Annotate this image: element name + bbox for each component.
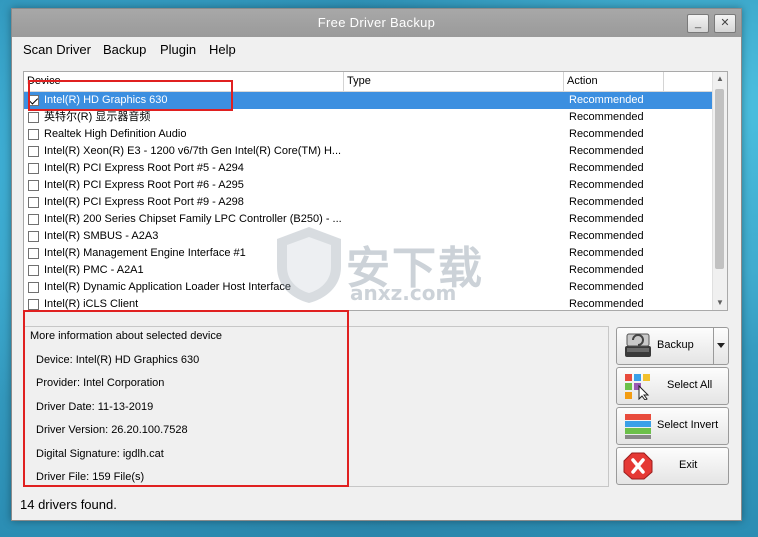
- minimize-button[interactable]: _: [687, 14, 709, 33]
- action-cell: Recommended: [569, 196, 644, 208]
- action-cell: Recommended: [569, 298, 644, 310]
- action-cell: Recommended: [569, 230, 644, 242]
- action-cell: Recommended: [569, 179, 644, 191]
- annotation-box-selected-row: [28, 80, 233, 111]
- vertical-scrollbar[interactable]: ▲ ▼: [712, 72, 727, 310]
- table-row[interactable]: Intel(R) PCI Express Root Port #6 - A295…: [24, 177, 712, 194]
- table-row[interactable]: Intel(R) 200 Series Chipset Family LPC C…: [24, 211, 712, 228]
- table-row[interactable]: Intel(R) PCI Express Root Port #9 - A298…: [24, 194, 712, 211]
- title-bar: Free Driver Backup _ ✕: [12, 9, 741, 37]
- row-checkbox[interactable]: [28, 299, 39, 310]
- row-checkbox[interactable]: [28, 214, 39, 225]
- status-text: 14 drivers found.: [20, 497, 117, 512]
- backup-label: Backup: [657, 339, 694, 351]
- device-name-cell: Realtek High Definition Audio: [44, 128, 187, 140]
- scroll-thumb[interactable]: [715, 89, 724, 269]
- row-checkbox[interactable]: [28, 129, 39, 140]
- row-checkbox[interactable]: [28, 231, 39, 242]
- select-all-icon: [625, 374, 650, 400]
- row-checkbox[interactable]: [28, 248, 39, 259]
- exit-icon: [623, 452, 653, 480]
- action-cell: Recommended: [569, 162, 644, 174]
- table-row[interactable]: Intel(R) Xeon(R) E3 - 1200 v6/7th Gen In…: [24, 143, 712, 160]
- exit-button[interactable]: Exit: [616, 447, 729, 485]
- window-title: Free Driver Backup: [317, 15, 436, 30]
- row-checkbox[interactable]: [28, 180, 39, 191]
- watermark-shield-icon: [277, 227, 341, 303]
- device-name-cell: Intel(R) PCI Express Root Port #9 - A298: [44, 196, 244, 208]
- select-invert-button[interactable]: Select Invert: [616, 407, 729, 445]
- select-all-button[interactable]: Select All: [616, 367, 729, 405]
- menu-scan-driver[interactable]: Scan Driver: [23, 42, 91, 57]
- scroll-up-arrow[interactable]: ▲: [713, 72, 727, 86]
- status-bar: 14 drivers found.: [12, 493, 741, 520]
- row-checkbox[interactable]: [28, 146, 39, 157]
- close-button[interactable]: ✕: [714, 14, 736, 33]
- action-cell: Recommended: [569, 111, 644, 123]
- action-cell: Recommended: [569, 281, 644, 293]
- menu-plugin[interactable]: Plugin: [160, 42, 196, 57]
- row-checkbox[interactable]: [28, 282, 39, 293]
- scroll-down-arrow[interactable]: ▼: [713, 296, 727, 310]
- row-checkbox[interactable]: [28, 163, 39, 174]
- exit-label: Exit: [679, 459, 698, 471]
- column-header-action[interactable]: Action: [564, 72, 664, 91]
- device-name-cell: 英特尔(R) 显示器音频: [44, 111, 151, 123]
- action-cell: Recommended: [569, 145, 644, 157]
- select-all-label: Select All: [667, 379, 713, 391]
- action-cell: Recommended: [569, 213, 644, 225]
- action-cell: Recommended: [569, 128, 644, 140]
- watermark-url: anxz.com: [350, 281, 457, 305]
- menu-bar: Scan Driver Backup Plugin Help: [12, 37, 741, 61]
- action-cell: Recommended: [569, 247, 644, 259]
- device-name-cell: Intel(R) PCI Express Root Port #6 - A295: [44, 179, 244, 191]
- row-checkbox[interactable]: [28, 265, 39, 276]
- backup-button[interactable]: Backup: [616, 327, 729, 365]
- device-name-cell: Intel(R) PCI Express Root Port #5 - A294: [44, 162, 244, 174]
- select-invert-label: Select Invert: [657, 419, 719, 431]
- table-row[interactable]: 英特尔(R) 显示器音频 Recommended: [24, 109, 712, 126]
- select-invert-icon: [625, 414, 651, 439]
- device-name-cell: Intel(R) Xeon(R) E3 - 1200 v6/7th Gen In…: [44, 145, 342, 157]
- row-checkbox[interactable]: [28, 197, 39, 208]
- action-cell: Recommended: [569, 94, 644, 106]
- table-row[interactable]: Realtek High Definition Audio Recommended: [24, 126, 712, 143]
- menu-help[interactable]: Help: [209, 42, 236, 57]
- column-header-type[interactable]: Type: [344, 72, 564, 91]
- table-row[interactable]: Intel(R) PCI Express Root Port #5 - A294…: [24, 160, 712, 177]
- annotation-box-info-panel: [23, 310, 349, 487]
- action-cell: Recommended: [569, 264, 644, 276]
- row-checkbox[interactable]: [28, 112, 39, 123]
- menu-backup[interactable]: Backup: [103, 42, 146, 57]
- backup-dropdown-arrow[interactable]: [713, 328, 728, 364]
- hard-drive-icon: [625, 333, 651, 357]
